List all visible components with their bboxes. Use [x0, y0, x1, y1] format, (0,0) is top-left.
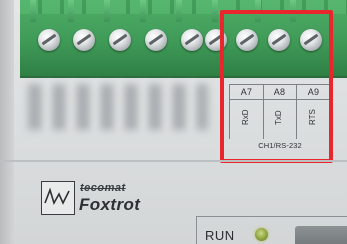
run-led-icon: [255, 228, 268, 241]
product-name: Foxtrot: [79, 195, 141, 214]
blurred-printing: [28, 84, 208, 130]
panel-edge: [0, 160, 347, 162]
run-label: RUN: [205, 228, 235, 243]
terminal-fin: [140, 0, 146, 22]
terminal-screw: [38, 29, 60, 51]
terminal-fin: [30, 0, 36, 22]
device-photo: A7 RxD A8 TxD A9 RTS CH1/RS-232 tecomat …: [0, 0, 347, 244]
terminal-fin: [104, 0, 110, 22]
terminal-screw: [145, 29, 167, 51]
terminal-fin: [68, 0, 74, 22]
waveform-logo-icon: [41, 181, 75, 215]
terminal-screw: [109, 29, 131, 51]
terminal-screw: [181, 29, 203, 51]
terminal-screw: [73, 29, 95, 51]
terminal-fin: [212, 0, 218, 22]
terminal-fin: [176, 0, 182, 22]
display-window: [295, 226, 347, 244]
highlight-box: [220, 10, 333, 163]
housing-edge: [0, 0, 14, 244]
maker-name: tecomat: [80, 182, 126, 194]
